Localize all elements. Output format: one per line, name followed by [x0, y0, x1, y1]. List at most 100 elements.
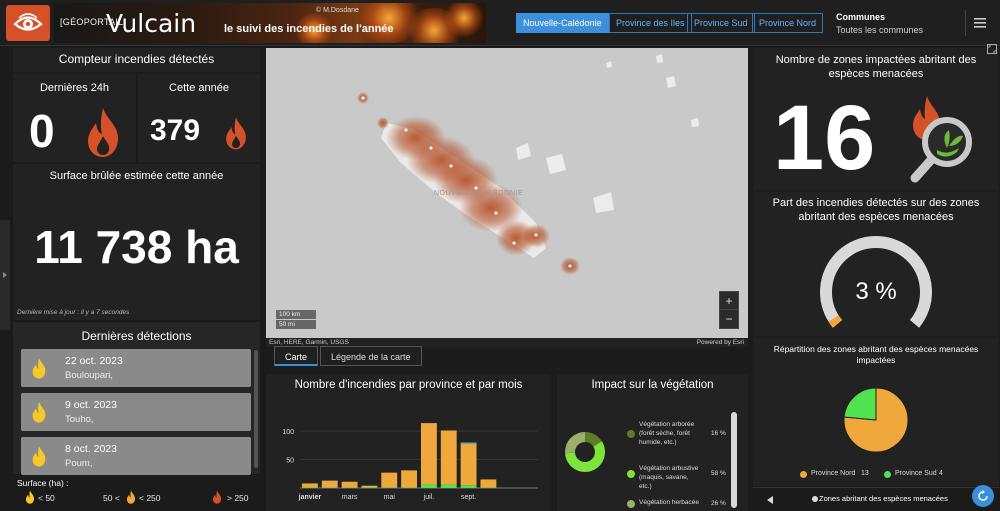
- zoom-controls: + −: [719, 291, 739, 329]
- repart-panel: Répartition des zones abritant des espèc…: [753, 338, 999, 486]
- bar-segment: [420, 423, 437, 485]
- bar-segment: [460, 485, 477, 488]
- bar-segment: [381, 487, 398, 488]
- province-button-nouvelle-caledonie[interactable]: Nouvelle-Calédonie: [516, 13, 609, 33]
- x-tick-label: mars: [342, 494, 358, 501]
- tab-legende[interactable]: Légende de la carte: [320, 346, 422, 366]
- detection-item[interactable]: 8 oct. 2023 Poum,: [21, 437, 251, 475]
- bar-segment: [361, 487, 378, 488]
- bar-segment: [440, 430, 457, 485]
- vegetation-label: Végétation arbustive (maquis, savane, et…: [639, 465, 699, 490]
- year-value: 379: [150, 114, 201, 147]
- flame-icon: [226, 117, 246, 150]
- bar-segment: [401, 470, 418, 488]
- vegetation-title: Impact sur la végétation: [591, 379, 714, 391]
- part-panel: Part des incendies détectés sur des zone…: [753, 192, 999, 336]
- menu-button[interactable]: [965, 10, 993, 36]
- counter-panel: Compteur incendies détectés: [13, 48, 260, 72]
- zoom-out-button[interactable]: −: [720, 310, 738, 328]
- province-button-nord[interactable]: Province Nord: [752, 13, 824, 33]
- detections-title: Dernières détections: [81, 329, 192, 343]
- vulcain-logo[interactable]: [6, 5, 50, 41]
- province-button-sud[interactable]: Province Sud: [687, 13, 755, 33]
- last-update: Dernière mise à jour : il y a 7 secondes: [17, 309, 130, 316]
- bar-segment: [381, 472, 398, 488]
- repart-title: Répartition des zones abritant des espèc…: [773, 344, 979, 365]
- part-gauge: [820, 236, 932, 328]
- zones-footer-label: Zones abritant des espèces menacées: [819, 494, 948, 503]
- vegetation-panel: Impact sur la végétation Végétation arbo…: [557, 374, 748, 511]
- province-button-iles[interactable]: Province des Iles: [609, 13, 692, 33]
- bar-segment: [301, 487, 318, 488]
- bar-segment: [341, 481, 358, 488]
- refresh-button[interactable]: [972, 485, 994, 507]
- legend-dot-sud: [884, 471, 891, 478]
- pie-slice: [843, 387, 877, 421]
- legend-sud-value: 4: [939, 470, 943, 477]
- zoom-in-button[interactable]: +: [720, 292, 738, 310]
- zones-panel: Nombre de zones impactées abritant des e…: [753, 48, 999, 190]
- bar-segment: [480, 487, 497, 488]
- legend-medium-pre: 50 <: [103, 493, 120, 503]
- legend-large: > 250: [227, 493, 249, 503]
- powered-by-esri[interactable]: Powered by Esri: [697, 339, 744, 346]
- detection-place: Bouloupari,: [65, 370, 114, 381]
- vegetation-label: Végétation arborée (forêt sèche, forêt h…: [639, 421, 695, 446]
- vegetation-pct: 26 %: [711, 500, 726, 507]
- part-value: 3 %: [855, 278, 897, 305]
- detection-place: Touho,: [65, 414, 94, 425]
- bar-segment: [460, 443, 477, 486]
- vegetation-item: Végétation arbustive (maquis, savane, et…: [627, 460, 727, 494]
- legend-small: < 50: [38, 493, 55, 503]
- surface-legend: Surface (ha) : < 50 50 < < 250 > 250: [13, 476, 260, 511]
- bar-segment: [420, 484, 437, 488]
- detection-date: 9 oct. 2023: [65, 399, 117, 411]
- fullscreen-icon[interactable]: [987, 44, 997, 54]
- prev-arrow-icon[interactable]: [767, 496, 773, 504]
- communes-selector[interactable]: Toutes les communes: [836, 25, 923, 35]
- bar-segment: [341, 487, 358, 488]
- sidebar-toggle[interactable]: [0, 220, 10, 330]
- flame-small-icon: [32, 401, 46, 423]
- app-subtitle: le suivi des incendies de l'année: [224, 23, 394, 35]
- map-attribution: Esri, HERE, Garmin, USGS: [269, 339, 349, 346]
- detection-item[interactable]: 22 oct. 2023 Bouloupari,: [21, 349, 251, 387]
- flame-orange-icon: [126, 490, 136, 504]
- communes-label: Communes: [836, 12, 886, 22]
- flame-yellow-icon: [25, 490, 35, 504]
- bar-segment: [301, 483, 318, 488]
- bar-segment: [361, 485, 378, 488]
- x-tick-label: mai: [384, 494, 396, 501]
- vegetation-pct: 58 %: [711, 470, 726, 477]
- bar-segment: [440, 484, 457, 488]
- zones-footer: Zones abritant des espèces menacées: [753, 485, 999, 511]
- detection-date: 22 oct. 2023: [65, 355, 123, 367]
- tab-carte[interactable]: Carte: [274, 346, 319, 366]
- map-view[interactable]: NOUVELLE-CALÉDONIE + − 100 km 50 mi: [266, 48, 748, 338]
- x-tick-label: janvier: [298, 494, 322, 501]
- flame-icon: [88, 108, 119, 157]
- zones-layer-dot-icon: [812, 496, 818, 502]
- last24-label: Dernières 24h: [39, 82, 110, 94]
- refresh-icon: [978, 490, 988, 501]
- legend-sud: Province Sud: [895, 470, 937, 477]
- surface-label: Surface brûlée estimée cette année: [49, 170, 224, 182]
- detection-item[interactable]: 9 oct. 2023 Touho,: [21, 393, 251, 431]
- bar-chart-panel: Nombre d'incendies par province et par m…: [266, 374, 551, 511]
- legend-nord: Province Nord: [811, 470, 856, 477]
- legend-dot: [627, 430, 635, 438]
- bar-segment: [460, 442, 477, 444]
- repart-pie: [843, 387, 909, 453]
- legend-medium-post: < 250: [139, 493, 161, 503]
- flame-small-icon: [32, 357, 46, 379]
- year-label: Cette année: [169, 82, 229, 94]
- vegetation-item: Végétation arborée (forêt sèche, forêt h…: [627, 416, 727, 460]
- zones-title: Nombre de zones impactées abritant des e…: [775, 54, 977, 80]
- detection-date: 8 oct. 2023: [65, 443, 117, 455]
- detections-scrollbar[interactable]: [254, 350, 258, 468]
- bar-segment: [480, 479, 497, 488]
- legend-dot: [627, 500, 635, 508]
- app-header: [GÉOPORTAIL] Vulcain le suivi des incend…: [0, 0, 1000, 46]
- vegetation-scrollbar[interactable]: [731, 412, 737, 508]
- legend-dot: [627, 470, 635, 478]
